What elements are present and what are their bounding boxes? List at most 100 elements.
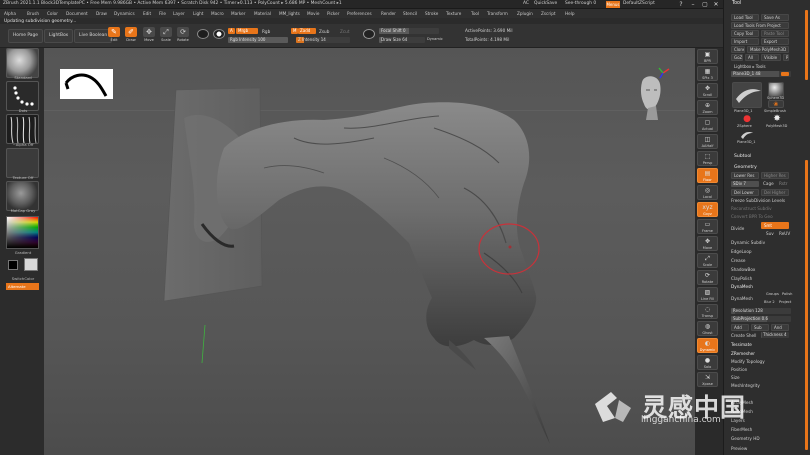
zsub-button[interactable]: Zsub [319,29,329,34]
convert-bpr-to-geo-button[interactable]: Convert BPR To Geo [731,214,773,219]
groups-toggle[interactable]: Groups [766,292,779,296]
main-color-swatch[interactable] [24,258,38,271]
menu-render[interactable]: Render [381,11,396,16]
tool-thumb-zsphere[interactable]: ● [740,114,754,124]
fibermesh-section[interactable]: FiberMesh [731,427,752,432]
dots-stroke-thumb[interactable] [6,81,39,111]
menu-color[interactable]: Color [47,11,58,16]
resolution-slider[interactable]: Resolution 128 [731,308,791,314]
rgb-intensity-slider[interactable]: Rgb Intensity 100 [228,37,288,43]
menu-texture[interactable]: Texture [446,11,461,16]
alpha-thumb[interactable] [6,114,39,144]
menu-layer[interactable]: Layer [173,11,185,16]
mrgb-button[interactable]: Mrgb [236,28,258,34]
xpose-button[interactable]: ⇲ Xpose [697,372,718,387]
rotate-mode-button[interactable]: ⟳ Rotate [176,27,190,45]
aahalf-button[interactable]: ◫ AAHalf [697,134,718,149]
smt-toggle[interactable]: Smt [761,222,789,229]
switch-color-button[interactable]: SwitchColor [4,276,42,281]
zremesher-section[interactable]: ZRemesher [731,351,755,356]
blur-slider[interactable]: Blur 2 [764,300,775,304]
menu-brush[interactable]: Brush [27,11,39,16]
crease-section[interactable]: Crease [731,258,745,263]
focal-shift-slider[interactable]: Focal Shift 0 [379,28,439,34]
menu-dynamics[interactable]: Dynamics [114,11,135,16]
secondary-color-swatch[interactable] [8,260,18,270]
paste-tool-button[interactable]: Paste Tool [761,30,789,37]
menu-document[interactable]: Document [66,11,88,16]
menu-alpha[interactable]: Alpha [4,11,16,16]
menu-help[interactable]: Help [565,11,575,16]
minimize-icon[interactable]: – [688,0,698,9]
move-mode-button[interactable]: ✥ Move [142,27,156,45]
rotate-view-button[interactable]: ⟳ Rotate [697,270,718,285]
alternate-button[interactable]: Alternate [6,283,39,290]
reuv-button[interactable]: ReUV [779,231,790,236]
texture-thumb[interactable] [6,148,39,178]
reconstruct-subdiv-button[interactable]: Reconstruct Subdiv [731,206,772,211]
size-section[interactable]: Size [731,375,740,380]
menu-material[interactable]: Material [254,11,271,16]
modify-topology-section[interactable]: Modify Topology [731,359,765,364]
rstr-button[interactable]: Rstr [779,181,787,186]
rgb-button[interactable]: Rgb [262,29,270,34]
edgeloop-section[interactable]: EdgeLoop [731,249,752,254]
position-section[interactable]: Position [731,367,747,372]
menu-zscript[interactable]: Zscript [541,11,556,16]
subtool-section[interactable]: Subtool [734,154,751,159]
tool-thumb-polymesh3d[interactable]: ✸ [770,114,784,124]
transp-button[interactable]: ◌ Transp [697,304,718,319]
tool-panel-scrollbar[interactable] [805,160,808,450]
higher-res-button[interactable]: Higher Res [761,172,789,179]
suv-toggle[interactable]: Suv [766,231,774,236]
geometry-hd-section[interactable]: Geometry HD [731,436,760,441]
preview-section[interactable]: Preview [731,446,747,451]
zoom-button[interactable]: ⊕ Zoom [697,100,718,115]
close-icon[interactable]: ✕ [711,0,721,9]
save-as-button[interactable]: Save As [761,14,789,21]
draw-size-dot-button[interactable] [362,29,376,47]
divide-button[interactable]: Divide [731,226,744,231]
clone-button[interactable]: Clone [731,46,745,53]
polish-toggle[interactable]: Polish [782,292,792,296]
menu-movie[interactable]: Movie [307,11,319,16]
zcut-button[interactable]: Zcut [340,29,349,34]
gxyz-button[interactable]: xyz Gxyz [697,202,718,217]
and-button[interactable]: And [771,324,789,331]
menu-preferences[interactable]: Preferences [347,11,372,16]
menu-stencil[interactable]: Stencil [403,11,417,16]
lightbox-tools-link[interactable]: Lightbox ▸ Tools [731,63,789,70]
dynamesh-button[interactable]: DynaMesh [731,296,753,301]
lower-res-button[interactable]: Lower Res [731,172,759,179]
goz-r-button[interactable]: R [783,54,789,61]
ac-label[interactable]: AC [523,1,529,6]
line-fill-button[interactable]: ▨ Line Fill [697,287,718,302]
menu-mm-lights[interactable]: MM_lights [279,11,300,16]
menu-zplugin[interactable]: Zplugin [517,11,533,16]
copy-tool-button[interactable]: Copy Tool [731,30,759,37]
color-swatch-button[interactable] [212,29,226,47]
load-tools-from-project-button[interactable]: Load Tools From Project [731,22,789,29]
menu-file[interactable]: File [159,11,166,16]
actual-button[interactable]: ▢ Actual [697,117,718,132]
draw-mode-button[interactable]: ✐ Draw [124,27,138,45]
tool-panel-scrollbar-top[interactable] [805,10,808,80]
matcap-thumb[interactable] [6,181,39,211]
menus-toggle[interactable]: Menus [606,1,620,8]
help-icon[interactable]: ? [676,0,686,9]
dynamic-persp-button[interactable]: ◐ Dynamic [697,338,718,353]
claypolish-section[interactable]: ClayPolish [731,276,752,281]
export-button[interactable]: Export [761,38,789,45]
quicksave-button[interactable]: QuickSave [534,1,557,6]
material-sphere-button[interactable] [196,29,210,47]
a-tag[interactable]: A [228,28,235,34]
floor-button[interactable]: ▤ Floor [697,168,718,183]
draw-size-slider[interactable]: Draw Size 64 [379,37,425,43]
sdiv-slider[interactable]: SDiv 7 [731,181,759,187]
spix-button[interactable]: ▦ SPix 3 [697,66,718,81]
solo-button[interactable]: ● Solo [697,355,718,370]
bpr-render-button[interactable]: ▣ BPR [697,49,718,64]
add-button[interactable]: Add [731,324,749,331]
menu-tool[interactable]: Tool [471,11,479,16]
scale-view-button[interactable]: ⤢ Scale [697,253,718,268]
